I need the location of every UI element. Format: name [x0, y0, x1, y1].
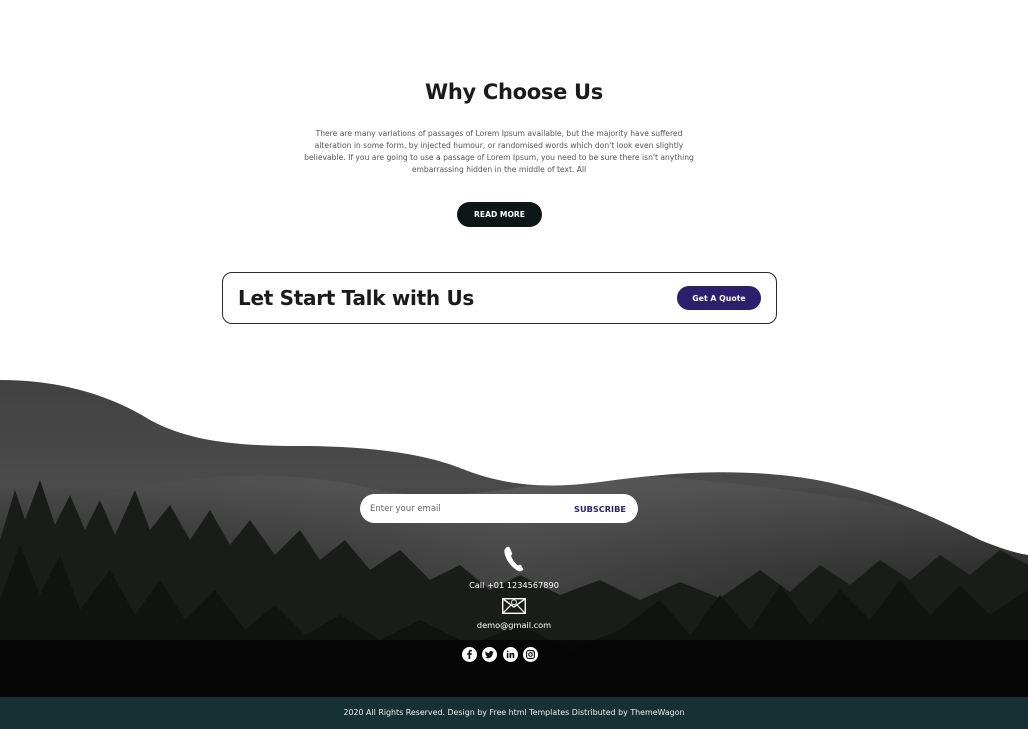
newsletter-form: SUBSCRIBE	[360, 494, 638, 523]
email-input[interactable]	[370, 494, 560, 523]
talk-title: Let Start Talk with Us	[238, 286, 474, 310]
read-more-button[interactable]: READ MORE	[457, 202, 542, 227]
copyright-bar: 2020 All Rights Reserved. Design by Free…	[0, 697, 1028, 729]
subscribe-button[interactable]: SUBSCRIBE	[565, 494, 635, 523]
phone-number[interactable]: Call +01 1234567890	[0, 580, 1028, 590]
phone-icon	[0, 546, 1028, 576]
facebook-icon[interactable]	[462, 647, 477, 662]
instagram-icon[interactable]	[522, 647, 538, 662]
twitter-icon[interactable]	[482, 647, 498, 662]
envelope-icon	[0, 597, 1028, 618]
section-title: Why Choose Us	[424, 80, 604, 104]
social-links	[462, 647, 538, 663]
talk-banner: Let Start Talk with Us Get A Quote	[222, 272, 777, 324]
why-choose-us-section: Why Choose Us There are many variations …	[0, 0, 1028, 250]
linkedin-icon[interactable]	[502, 647, 518, 662]
get-quote-button[interactable]: Get A Quote	[677, 286, 761, 310]
section-description: There are many variations of passages of…	[304, 129, 694, 174]
email-address[interactable]: demo@gmail.com	[0, 620, 1028, 630]
